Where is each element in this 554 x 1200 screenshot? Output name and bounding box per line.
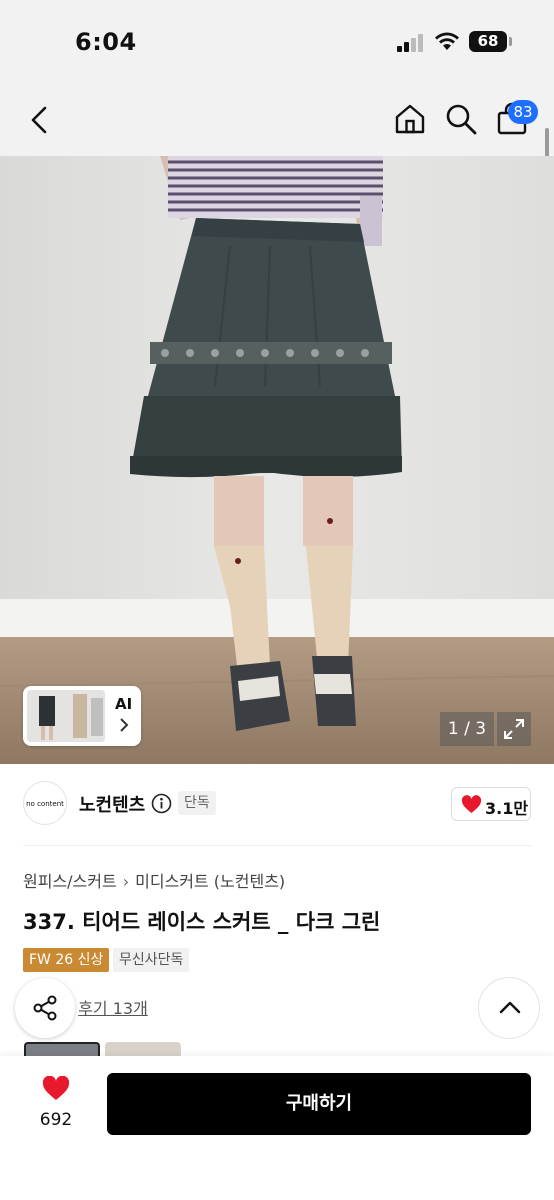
home-icon[interactable]: [393, 102, 427, 136]
season-badge: FW 26 신상: [23, 948, 110, 972]
info-icon[interactable]: [151, 793, 172, 814]
brand-like-count: 3.1만: [485, 799, 529, 818]
heart-icon: [461, 795, 482, 813]
breadcrumb-subcategory[interactable]: 미디스커트 (노컨텐츠): [135, 872, 285, 891]
product-photo-illustration: [0, 156, 554, 764]
ai-label: AI: [115, 695, 133, 713]
search-icon[interactable]: [444, 102, 478, 136]
ai-thumbnail-card[interactable]: AI: [23, 686, 141, 746]
cellular-signal-icon: [397, 34, 425, 52]
scroll-top-button[interactable]: [478, 977, 540, 1039]
share-icon: [33, 995, 57, 1021]
status-time: 6:04: [75, 28, 137, 56]
breadcrumb-category[interactable]: 원피스/스커트: [23, 872, 117, 891]
heart-icon: [42, 1076, 70, 1100]
top-nav: 83: [0, 84, 554, 156]
product-image[interactable]: [0, 156, 554, 764]
wishlist-count: 692: [39, 1110, 73, 1130]
cart-count-badge: 83: [508, 100, 538, 124]
brand-name[interactable]: 노컨텐츠: [79, 791, 145, 817]
divider: [23, 845, 531, 846]
ai-thumbnail-image: [27, 690, 105, 742]
brand-logo[interactable]: no content: [23, 781, 67, 825]
breadcrumb: 원피스/스커트 › 미디스커트 (노컨텐츠): [23, 868, 285, 892]
review-link[interactable]: 후기 13개: [78, 999, 148, 1018]
product-title: 337. 티어드 레이스 스커트 _ 다크 그린: [23, 910, 381, 934]
expand-icon[interactable]: [497, 712, 531, 746]
image-pager: 1 / 3: [440, 712, 494, 746]
chevron-right-icon: ›: [122, 872, 130, 891]
buy-button[interactable]: 구매하기: [107, 1073, 531, 1135]
wishlist-button[interactable]: 692: [28, 1074, 84, 1134]
battery-indicator: 68: [469, 31, 507, 52]
status-bar: 6:04 68: [0, 0, 554, 84]
brand-like-button[interactable]: 3.1만: [451, 787, 531, 821]
exclusive-tag: 단독: [178, 791, 216, 815]
battery-nub: [509, 37, 512, 46]
chevron-right-icon: [120, 718, 129, 732]
share-button[interactable]: [15, 978, 75, 1038]
chevron-up-icon: [499, 1001, 521, 1014]
exclusive-badge: 무신사단독: [113, 948, 190, 972]
back-arrow-icon[interactable]: [26, 104, 54, 136]
wifi-icon: [435, 32, 459, 50]
